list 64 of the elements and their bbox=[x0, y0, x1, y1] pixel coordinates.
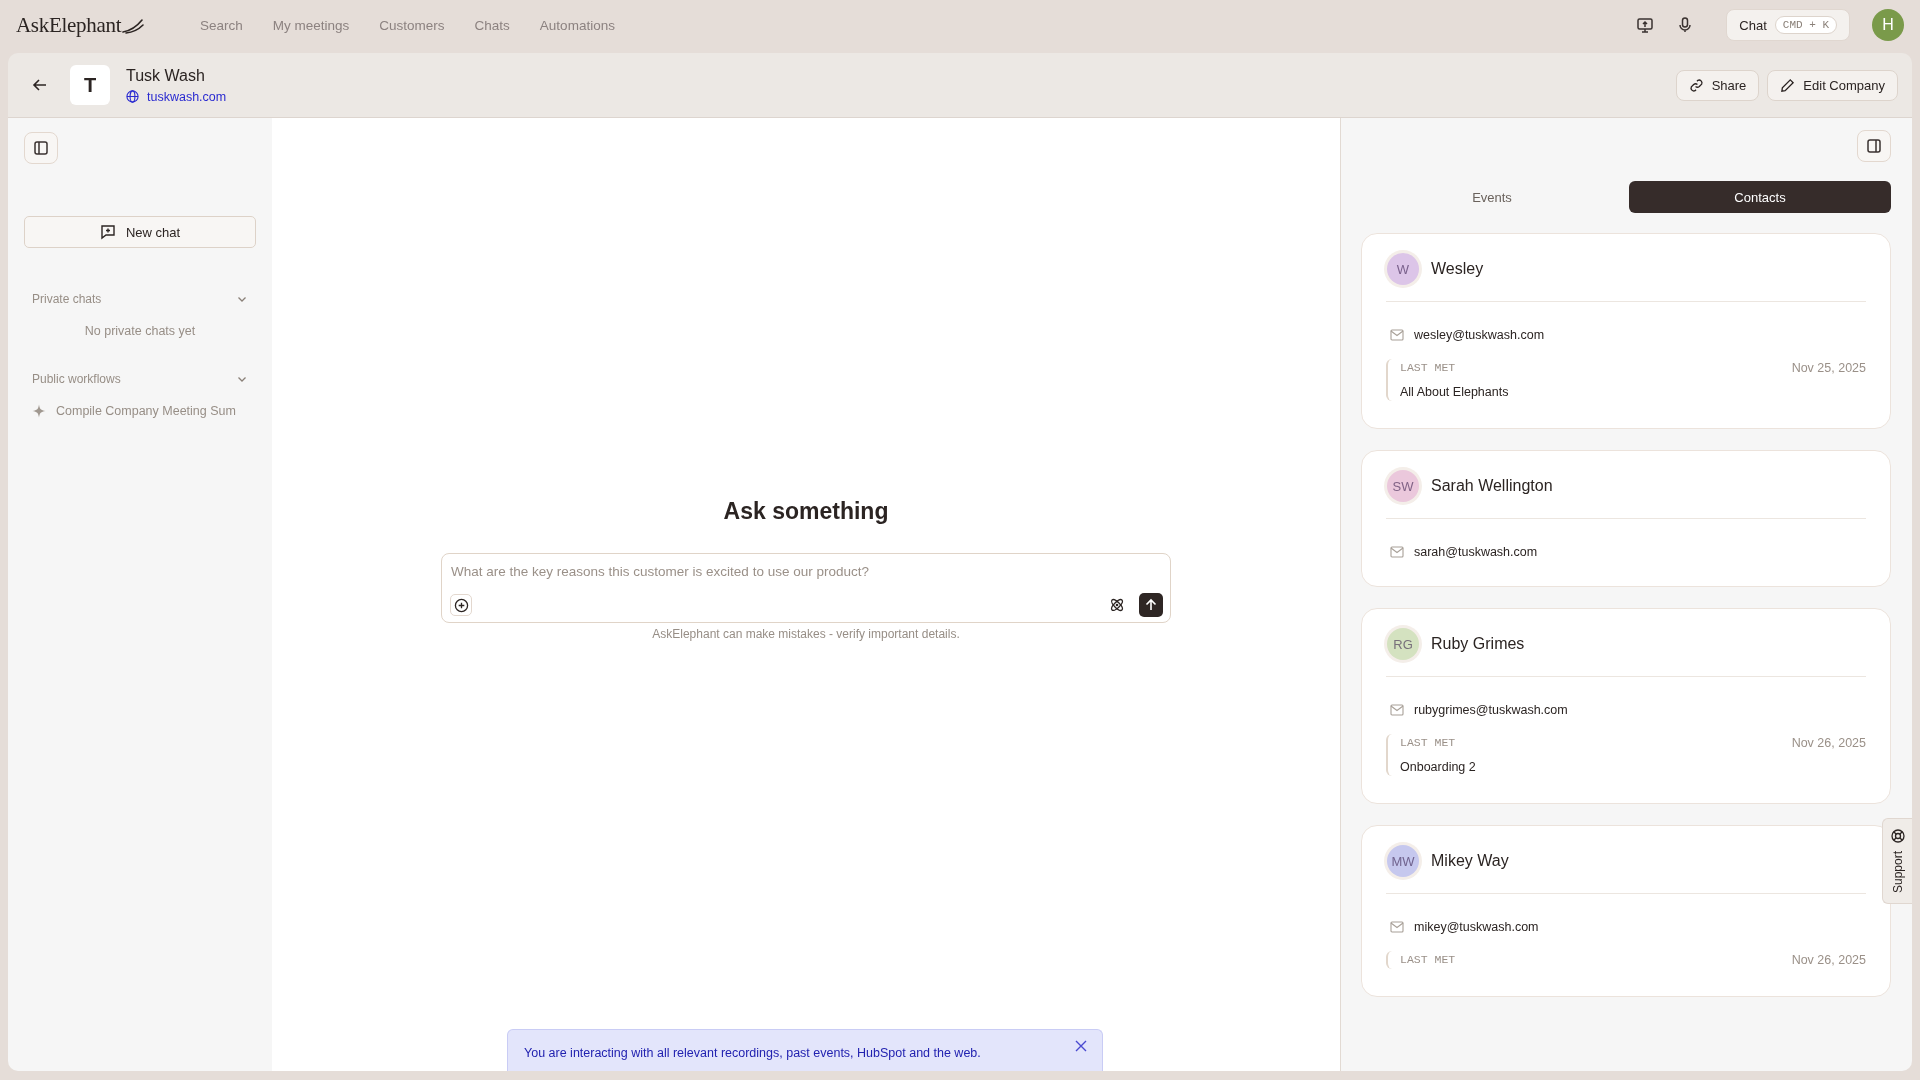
contact-name: Wesley bbox=[1431, 260, 1484, 278]
contact-email: sarah@tuskwash.com bbox=[1414, 545, 1538, 559]
swoosh-icon bbox=[122, 17, 145, 34]
panel-tab[interactable]: Events bbox=[1361, 181, 1623, 213]
ask-heading: Ask something bbox=[723, 498, 889, 525]
contact-avatar: MW bbox=[1387, 845, 1419, 877]
mail-icon bbox=[1390, 329, 1404, 341]
workflow-item[interactable]: Compile Company Meeting Sum bbox=[56, 404, 236, 418]
link-icon bbox=[1688, 77, 1704, 93]
contact-email: rubygrimes@tuskwash.com bbox=[1414, 703, 1568, 717]
contact-avatar: W bbox=[1387, 253, 1419, 285]
section-header[interactable]: Private chats bbox=[24, 292, 256, 306]
close-icon[interactable] bbox=[1075, 1039, 1087, 1052]
new-chat-button[interactable]: New chat bbox=[24, 216, 256, 248]
sidebar-toggle-button[interactable] bbox=[24, 132, 58, 164]
back-arrow-icon[interactable] bbox=[32, 77, 48, 93]
share-button[interactable]: Share bbox=[1675, 69, 1760, 101]
last-met-date: Nov 25, 2025 bbox=[1791, 361, 1866, 375]
last-met-date: Nov 26, 2025 bbox=[1791, 953, 1866, 967]
company-logo: T bbox=[70, 65, 110, 105]
mail-icon bbox=[1390, 921, 1404, 933]
arrow-up-icon bbox=[1144, 598, 1158, 612]
lifebuoy-icon bbox=[1890, 829, 1905, 843]
meeting-title: All About Elephants bbox=[1400, 385, 1510, 399]
sparkle-icon bbox=[32, 404, 46, 418]
last-met-label: LAST MET bbox=[1400, 736, 1456, 750]
sidebar-icon bbox=[33, 140, 49, 156]
company-name: Tusk Wash bbox=[126, 66, 206, 85]
user-avatar[interactable]: H bbox=[1872, 9, 1904, 41]
chat-plus-icon bbox=[99, 224, 116, 240]
last-met-label: LAST MET bbox=[1400, 953, 1456, 967]
mail-icon bbox=[1390, 546, 1404, 558]
mail-icon bbox=[1390, 704, 1404, 716]
edit-button[interactable]: Edit Company bbox=[1767, 69, 1898, 101]
contact-avatar: RG bbox=[1387, 628, 1419, 660]
contact-email: wesley@tuskwash.com bbox=[1414, 328, 1545, 342]
screen-share-icon[interactable] bbox=[1636, 16, 1655, 34]
chat-input[interactable]: What are the key reasons this customer is excited to use our product? bbox=[441, 553, 1171, 623]
website-link[interactable]: tuskwash.com bbox=[147, 89, 227, 104]
sidebar-icon bbox=[1866, 138, 1882, 154]
contact-email: mikey@tuskwash.com bbox=[1414, 920, 1539, 934]
globe-icon bbox=[126, 90, 139, 103]
chat-button[interactable]: Chat CMD + K bbox=[1726, 9, 1850, 41]
support-tab[interactable]: Support bbox=[1882, 818, 1912, 905]
contact-name: Ruby Grimes bbox=[1431, 635, 1525, 653]
contact-name: Sarah Wellington bbox=[1431, 477, 1553, 495]
last-met-label: LAST MET bbox=[1400, 361, 1456, 375]
attach-button[interactable] bbox=[450, 594, 472, 616]
last-met-date: Nov 26, 2025 bbox=[1791, 736, 1866, 750]
disclaimer-text: AskElephant can make mistakes - verify important details. bbox=[652, 627, 960, 641]
pencil-icon bbox=[1780, 77, 1796, 93]
panel-tab[interactable]: Contacts bbox=[1629, 181, 1891, 213]
banner-text: You are interacting with all relevant recordings, past events, HubSpot and the web. bbox=[524, 1045, 981, 1060]
contact-avatar: SW bbox=[1387, 470, 1419, 502]
app-logo[interactable]: AskElephant bbox=[16, 12, 122, 38]
keyboard-shortcut: CMD + K bbox=[1774, 16, 1837, 34]
empty-message: No private chats yet bbox=[83, 324, 197, 338]
send-button[interactable] bbox=[1139, 593, 1163, 617]
plus-icon bbox=[453, 597, 469, 613]
section-header[interactable]: Public workflows bbox=[24, 372, 256, 386]
atom-icon[interactable] bbox=[1109, 597, 1125, 613]
panel-toggle-button[interactable] bbox=[1857, 130, 1891, 162]
meeting-title: Onboarding 2 bbox=[1400, 760, 1477, 774]
contact-name: Mikey Way bbox=[1431, 852, 1509, 870]
